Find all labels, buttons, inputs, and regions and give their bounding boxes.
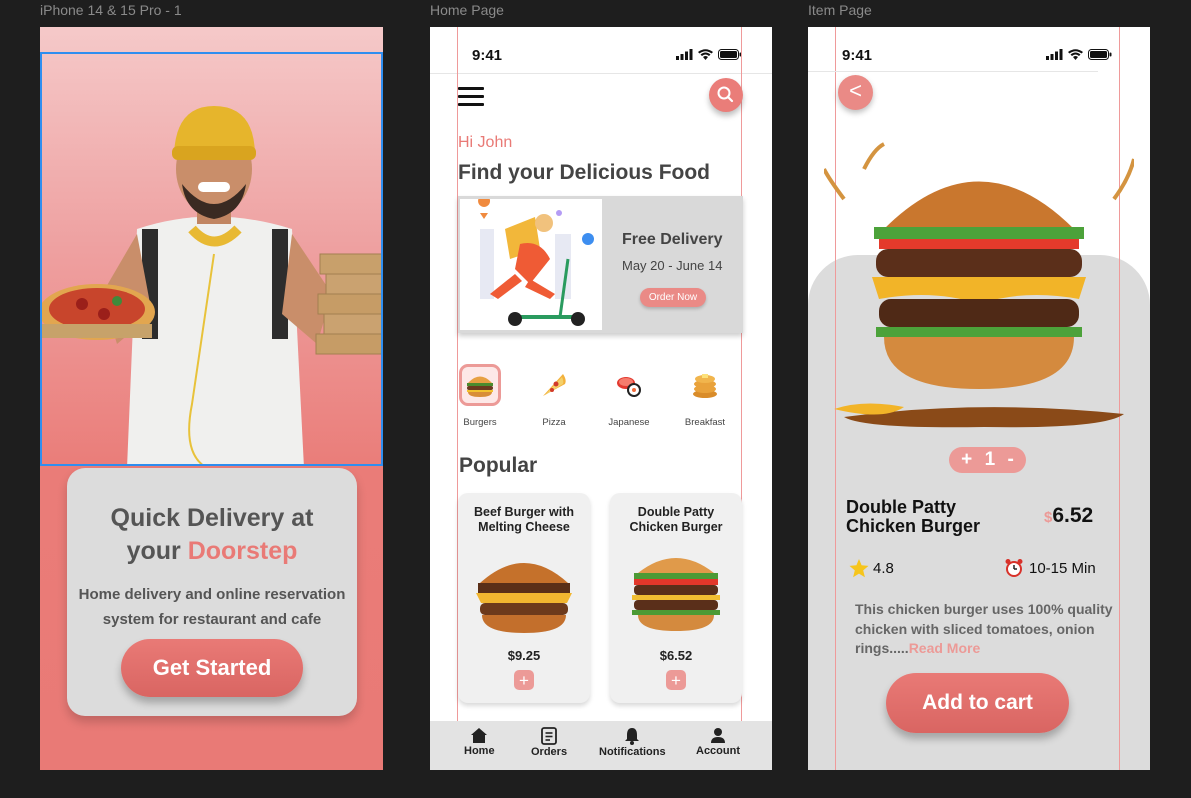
menu-icon[interactable] — [458, 87, 484, 106]
promo-title: Free Delivery — [622, 231, 723, 248]
order-now-button[interactable]: Order Now — [640, 288, 706, 307]
status-bar: 9:41 — [808, 27, 1150, 73]
orders-icon — [541, 727, 557, 745]
tab-label: Notifications — [599, 746, 666, 758]
status-time: 9:41 — [472, 47, 503, 64]
user-icon — [711, 728, 725, 743]
signal-icon — [676, 49, 693, 60]
category-label: Breakfast — [684, 417, 726, 428]
signal-icon — [1046, 49, 1063, 60]
category-label: Pizza — [542, 417, 566, 428]
frame-label-onboarding: iPhone 14 & 15 Pro - 1 — [40, 2, 182, 18]
welcome-card: Quick Delivery at your Doorstep Home del… — [67, 468, 357, 716]
delivery-time-value: 10-15 Min — [1029, 559, 1096, 577]
get-started-button[interactable]: Get Started — [121, 639, 303, 697]
double-patty-burger-image — [824, 142, 1134, 428]
read-more-link[interactable]: Read More — [909, 640, 981, 656]
status-bar: 9:41 — [430, 27, 772, 73]
add-to-cart-button[interactable]: + — [514, 670, 534, 690]
promo-banner[interactable]: Free Delivery May 20 - June 14 Order Now — [458, 195, 743, 333]
alarm-clock-icon — [1005, 559, 1023, 577]
battery-icon — [718, 49, 742, 60]
home-screen: 9:41 Hi John Find your Delicious Food Fr… — [430, 27, 772, 770]
food-card[interactable]: Double Patty Chicken Burger $6.52 + — [610, 493, 742, 703]
tab-label: Orders — [531, 746, 568, 758]
beef-burger-image — [476, 563, 572, 633]
sushi-icon — [608, 364, 650, 406]
bell-icon — [625, 728, 640, 745]
home-icon — [471, 728, 488, 743]
qty-value: 1 — [984, 449, 996, 470]
price-value: 6.52 — [1052, 504, 1094, 527]
search-icon — [717, 86, 734, 103]
category-pizza[interactable]: Pizza — [524, 364, 584, 428]
popular-heading: Popular — [459, 454, 538, 477]
tab-label: Account — [696, 745, 740, 757]
tab-notifications[interactable]: Notifications — [599, 727, 666, 758]
tab-account[interactable]: Account — [696, 727, 740, 757]
star-icon — [849, 559, 869, 578]
category-label: Japanese — [608, 417, 650, 428]
food-price: $9.25 — [507, 648, 541, 663]
food-price: $6.52 — [659, 648, 693, 663]
delivery-time: 10-15 Min — [1004, 558, 1096, 578]
pizza-icon — [533, 364, 575, 406]
frame-label-home: Home Page — [430, 2, 504, 18]
item-rating: 4.8 — [849, 559, 894, 578]
add-to-cart-button[interactable]: + — [666, 670, 686, 690]
rating-value: 4.8 — [873, 560, 894, 577]
double-patty-burger-image — [632, 558, 720, 631]
frame-label-item: Item Page — [808, 2, 872, 18]
tab-label: Home — [464, 745, 495, 757]
promo-dates: May 20 - June 14 — [622, 258, 723, 273]
onboarding-screen: Quick Delivery at your Doorstep Home del… — [40, 27, 383, 770]
back-button[interactable]: < — [838, 75, 873, 110]
delivery-illustration — [460, 195, 602, 330]
food-name: Double Patty Chicken Burger — [629, 505, 723, 534]
bottom-tab-bar: Home Orders Notifications Account — [430, 721, 772, 770]
qty-increase-button[interactable]: + — [961, 449, 972, 471]
item-price: $6.52 — [1044, 504, 1093, 528]
welcome-title-line1: Quick Delivery at — [110, 504, 314, 532]
item-name: Double Patty Chicken Burger — [846, 497, 981, 536]
header-divider — [430, 73, 772, 74]
wifi-icon — [698, 49, 713, 60]
category-burgers[interactable]: Burgers — [450, 364, 510, 428]
battery-icon — [1088, 49, 1112, 60]
category-japanese[interactable]: Japanese — [599, 364, 659, 428]
item-description: This chicken burger uses 100% quality ch… — [855, 600, 1115, 659]
quantity-stepper[interactable]: + 1 - — [949, 447, 1026, 473]
description-text: This chicken burger uses 100% quality ch… — [855, 601, 1113, 656]
food-name: Beef Burger with Melting Cheese — [473, 505, 574, 534]
welcome-subtitle: Home delivery and online reservation sys… — [78, 586, 346, 628]
welcome-title-line2: your — [126, 537, 188, 565]
greeting: Hi John — [458, 134, 513, 151]
food-card[interactable]: Beef Burger with Melting Cheese $9.25 + — [458, 493, 590, 703]
home-heading: Find your Delicious Food — [458, 161, 710, 184]
burger-icon — [459, 364, 501, 406]
tab-home[interactable]: Home — [464, 727, 495, 757]
tab-orders[interactable]: Orders — [531, 727, 567, 758]
category-label: Burgers — [463, 417, 497, 428]
qty-decrease-button[interactable]: - — [1008, 449, 1014, 471]
hero-image — [40, 52, 383, 466]
status-time: 9:41 — [842, 47, 873, 64]
item-screen: 9:41 < + 1 - Double Patty Chicken Burger… — [808, 27, 1150, 770]
pancakes-icon — [684, 364, 726, 406]
wifi-icon — [1068, 49, 1083, 60]
header-divider — [808, 71, 1098, 72]
welcome-title-accent: Doorstep — [187, 537, 298, 565]
category-breakfast[interactable]: Breakfast — [675, 364, 735, 428]
search-button[interactable] — [709, 78, 743, 112]
add-to-cart-button[interactable]: Add to cart — [886, 673, 1069, 733]
welcome-title: Quick Delivery at your Doorstep — [67, 502, 357, 568]
